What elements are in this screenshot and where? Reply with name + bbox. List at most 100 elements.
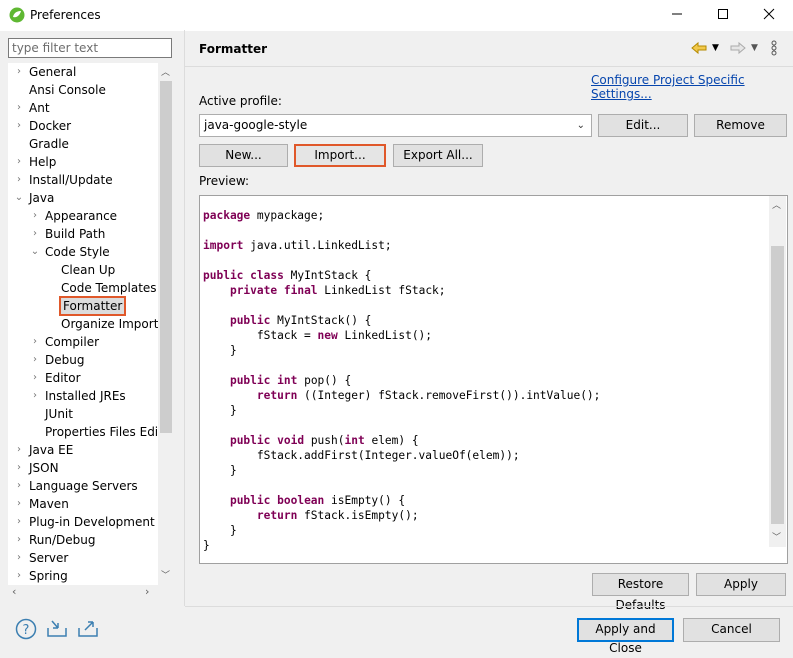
- tree-item[interactable]: Formatter: [8, 296, 158, 316]
- maximize-button[interactable]: [700, 0, 746, 31]
- collapsed-chevron-icon[interactable]: ›: [14, 531, 24, 549]
- restore-defaults-button[interactable]: Restore Defaults: [592, 573, 689, 612]
- collapsed-chevron-icon[interactable]: ›: [14, 459, 24, 477]
- collapsed-chevron-icon[interactable]: ›: [30, 351, 40, 369]
- collapsed-chevron-icon[interactable]: ›: [14, 477, 24, 495]
- new-button[interactable]: New...: [199, 144, 288, 167]
- tree-item-label: Docker: [29, 119, 72, 133]
- tree-scroll-thumb[interactable]: [160, 81, 172, 433]
- collapsed-chevron-icon[interactable]: ›: [14, 99, 24, 117]
- preview-vertical-scrollbar[interactable]: ︿ ﹀: [769, 196, 786, 547]
- tree-item[interactable]: › Ant: [8, 99, 158, 117]
- tree-item[interactable]: ⌄ Java: [8, 189, 158, 207]
- tree-item[interactable]: › Plug-in Development: [8, 513, 158, 531]
- edit-button[interactable]: Edit...: [598, 114, 688, 137]
- forward-arrow-icon[interactable]: [730, 41, 746, 58]
- tree-item[interactable]: › Maven: [8, 495, 158, 513]
- import-preferences-icon[interactable]: [46, 618, 68, 641]
- minimize-button[interactable]: [654, 0, 700, 31]
- view-menu-icon[interactable]: [771, 40, 777, 59]
- collapsed-chevron-icon[interactable]: ›: [14, 567, 24, 585]
- scroll-left-icon[interactable]: ‹: [12, 585, 16, 598]
- close-button[interactable]: [746, 0, 792, 31]
- tree-item[interactable]: › JSON: [8, 459, 158, 477]
- back-arrow-icon[interactable]: [691, 41, 707, 58]
- code-keyword: package: [203, 209, 251, 222]
- back-history-chevron-icon[interactable]: ▼: [712, 43, 719, 53]
- tree-item[interactable]: Organize Imports: [8, 315, 165, 333]
- scroll-down-icon[interactable]: ﹀: [772, 530, 781, 543]
- cancel-button[interactable]: Cancel: [683, 618, 780, 642]
- profile-dropdown[interactable]: java-google-style ⌄: [199, 114, 592, 137]
- code-line: }: [203, 539, 210, 552]
- remove-button[interactable]: Remove: [694, 114, 787, 137]
- expanded-chevron-icon[interactable]: ⌄: [30, 243, 40, 261]
- import-button[interactable]: Import...: [294, 144, 386, 167]
- collapsed-chevron-icon[interactable]: ›: [30, 333, 40, 351]
- tree-item[interactable]: › Language Servers: [8, 477, 158, 495]
- tree-item[interactable]: › Docker: [8, 117, 158, 135]
- collapsed-chevron-icon[interactable]: ›: [14, 171, 24, 189]
- apply-button[interactable]: Apply: [696, 573, 786, 596]
- scroll-up-icon[interactable]: ︿: [772, 198, 781, 211]
- tree-item[interactable]: Clean Up: [8, 261, 158, 279]
- collapsed-chevron-icon[interactable]: ›: [14, 117, 24, 135]
- scroll-right-icon[interactable]: ›: [145, 585, 149, 598]
- tree-horizontal-scrollbar[interactable]: ‹ ›: [8, 585, 158, 601]
- tree-item[interactable]: Properties Files Edito: [8, 423, 170, 441]
- tree-item-label: Installed JREs: [45, 389, 126, 403]
- tree-item[interactable]: › Build Path: [8, 225, 158, 243]
- tree-item[interactable]: › Java EE: [8, 441, 158, 459]
- pane-divider[interactable]: [184, 30, 185, 606]
- code-keyword: public: [229, 434, 271, 447]
- code-text: fStack.addFirst(Integer.valueOf(elem));: [203, 449, 520, 462]
- scroll-down-icon[interactable]: ﹀: [161, 568, 170, 581]
- tree-item[interactable]: › Compiler: [8, 333, 158, 351]
- expanded-chevron-icon[interactable]: ⌄: [14, 189, 24, 207]
- forward-history-chevron-icon[interactable]: ▼: [751, 43, 758, 53]
- tree-item[interactable]: › Server: [8, 549, 158, 567]
- tree-item[interactable]: › Spring: [8, 567, 158, 585]
- collapsed-chevron-icon[interactable]: ›: [14, 153, 24, 171]
- tree-item[interactable]: › Installed JREs: [8, 387, 158, 405]
- collapsed-chevron-icon[interactable]: ›: [14, 495, 24, 513]
- code-text: pop() {: [297, 374, 352, 387]
- tree-item[interactable]: Ansi Console: [8, 81, 158, 99]
- tree-item[interactable]: Gradle: [8, 135, 158, 153]
- tree-vertical-scrollbar[interactable]: ︿ ﹀: [158, 63, 174, 585]
- help-icon[interactable]: ?: [15, 618, 37, 643]
- code-text: MyIntStack() {: [270, 314, 372, 327]
- collapsed-chevron-icon[interactable]: ›: [30, 207, 40, 225]
- tree-item[interactable]: Code Templates: [8, 279, 158, 297]
- filter-input[interactable]: [8, 38, 172, 58]
- export-preferences-icon[interactable]: [77, 618, 99, 641]
- chevron-down-icon: ⌄: [576, 120, 585, 131]
- tree-item[interactable]: › Run/Debug: [8, 531, 158, 549]
- preview-scroll-thumb[interactable]: [771, 246, 784, 524]
- collapsed-chevron-icon[interactable]: ›: [30, 387, 40, 405]
- preferences-tree[interactable]: › General Ansi Console › Ant › Docker Gradle › He…: [8, 63, 174, 585]
- collapsed-chevron-icon[interactable]: ›: [14, 549, 24, 567]
- collapsed-chevron-icon[interactable]: ›: [14, 441, 24, 459]
- tree-item[interactable]: › Debug: [8, 351, 158, 369]
- tree-item[interactable]: › Help: [8, 153, 158, 171]
- scroll-up-icon[interactable]: ︿: [161, 65, 170, 78]
- collapsed-chevron-icon[interactable]: ›: [30, 225, 40, 243]
- tree-item[interactable]: › General: [8, 63, 158, 81]
- collapsed-chevron-icon[interactable]: ›: [14, 63, 24, 81]
- tree-item[interactable]: › Editor: [8, 369, 158, 387]
- code-keyword: int: [277, 374, 298, 387]
- export-all-button[interactable]: Export All...: [393, 144, 483, 167]
- apply-and-close-button[interactable]: Apply and Close: [577, 618, 674, 655]
- tree-item[interactable]: › Appearance: [8, 207, 158, 225]
- tree-item-label: Editor: [45, 371, 81, 385]
- tree-item[interactable]: JUnit: [8, 405, 158, 423]
- tree-hscroll-thumb[interactable]: [26, 587, 138, 599]
- collapsed-chevron-icon[interactable]: ›: [14, 513, 24, 531]
- configure-project-settings-link[interactable]: Configure Project Specific Settings...: [591, 73, 793, 101]
- tree-item[interactable]: ⌄ Code Style: [8, 243, 158, 261]
- tree-item[interactable]: › Install/Update: [8, 171, 158, 189]
- collapsed-chevron-icon[interactable]: ›: [30, 369, 40, 387]
